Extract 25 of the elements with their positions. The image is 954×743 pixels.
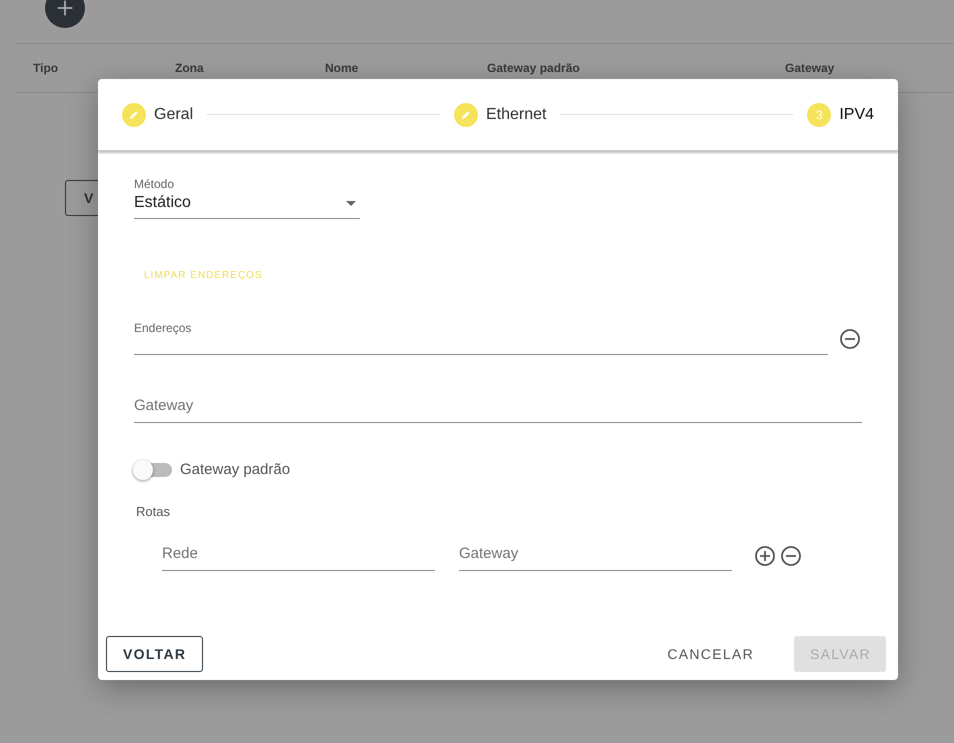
field-label: Endereços: [134, 321, 192, 335]
remove-icon[interactable]: [838, 327, 862, 351]
field-label: Método: [134, 177, 176, 191]
toggle-label: Gateway padrão: [180, 461, 290, 478]
column-header: Tipo: [33, 61, 60, 75]
column-header: Gateway padrão: [487, 61, 581, 75]
step-label[interactable]: Ethernet: [486, 106, 546, 124]
gateway-field[interactable]: Gateway: [134, 397, 862, 423]
add-icon[interactable]: [753, 544, 777, 568]
toggle-switch[interactable]: [134, 462, 172, 476]
column-header: Gateway: [785, 61, 836, 75]
column-header: Nome: [325, 61, 360, 75]
remove-icon[interactable]: [779, 544, 803, 568]
section-title: Rotas: [136, 504, 171, 519]
back-button[interactable]: VOLTAR: [106, 636, 204, 672]
add-button[interactable]: [45, 0, 85, 28]
step-number: 3: [807, 102, 832, 126]
selected-value: Estático: [134, 194, 191, 212]
step-label[interactable]: IPV4: [839, 106, 874, 124]
caret-icon: [346, 200, 356, 206]
column-header: Zona: [175, 61, 205, 75]
addresses-field[interactable]: Endereços: [134, 321, 828, 355]
method-select[interactable]: Método Estático: [134, 177, 360, 219]
cancel-button[interactable]: CANCELAR: [651, 636, 770, 672]
step-label[interactable]: Geral: [154, 106, 194, 124]
